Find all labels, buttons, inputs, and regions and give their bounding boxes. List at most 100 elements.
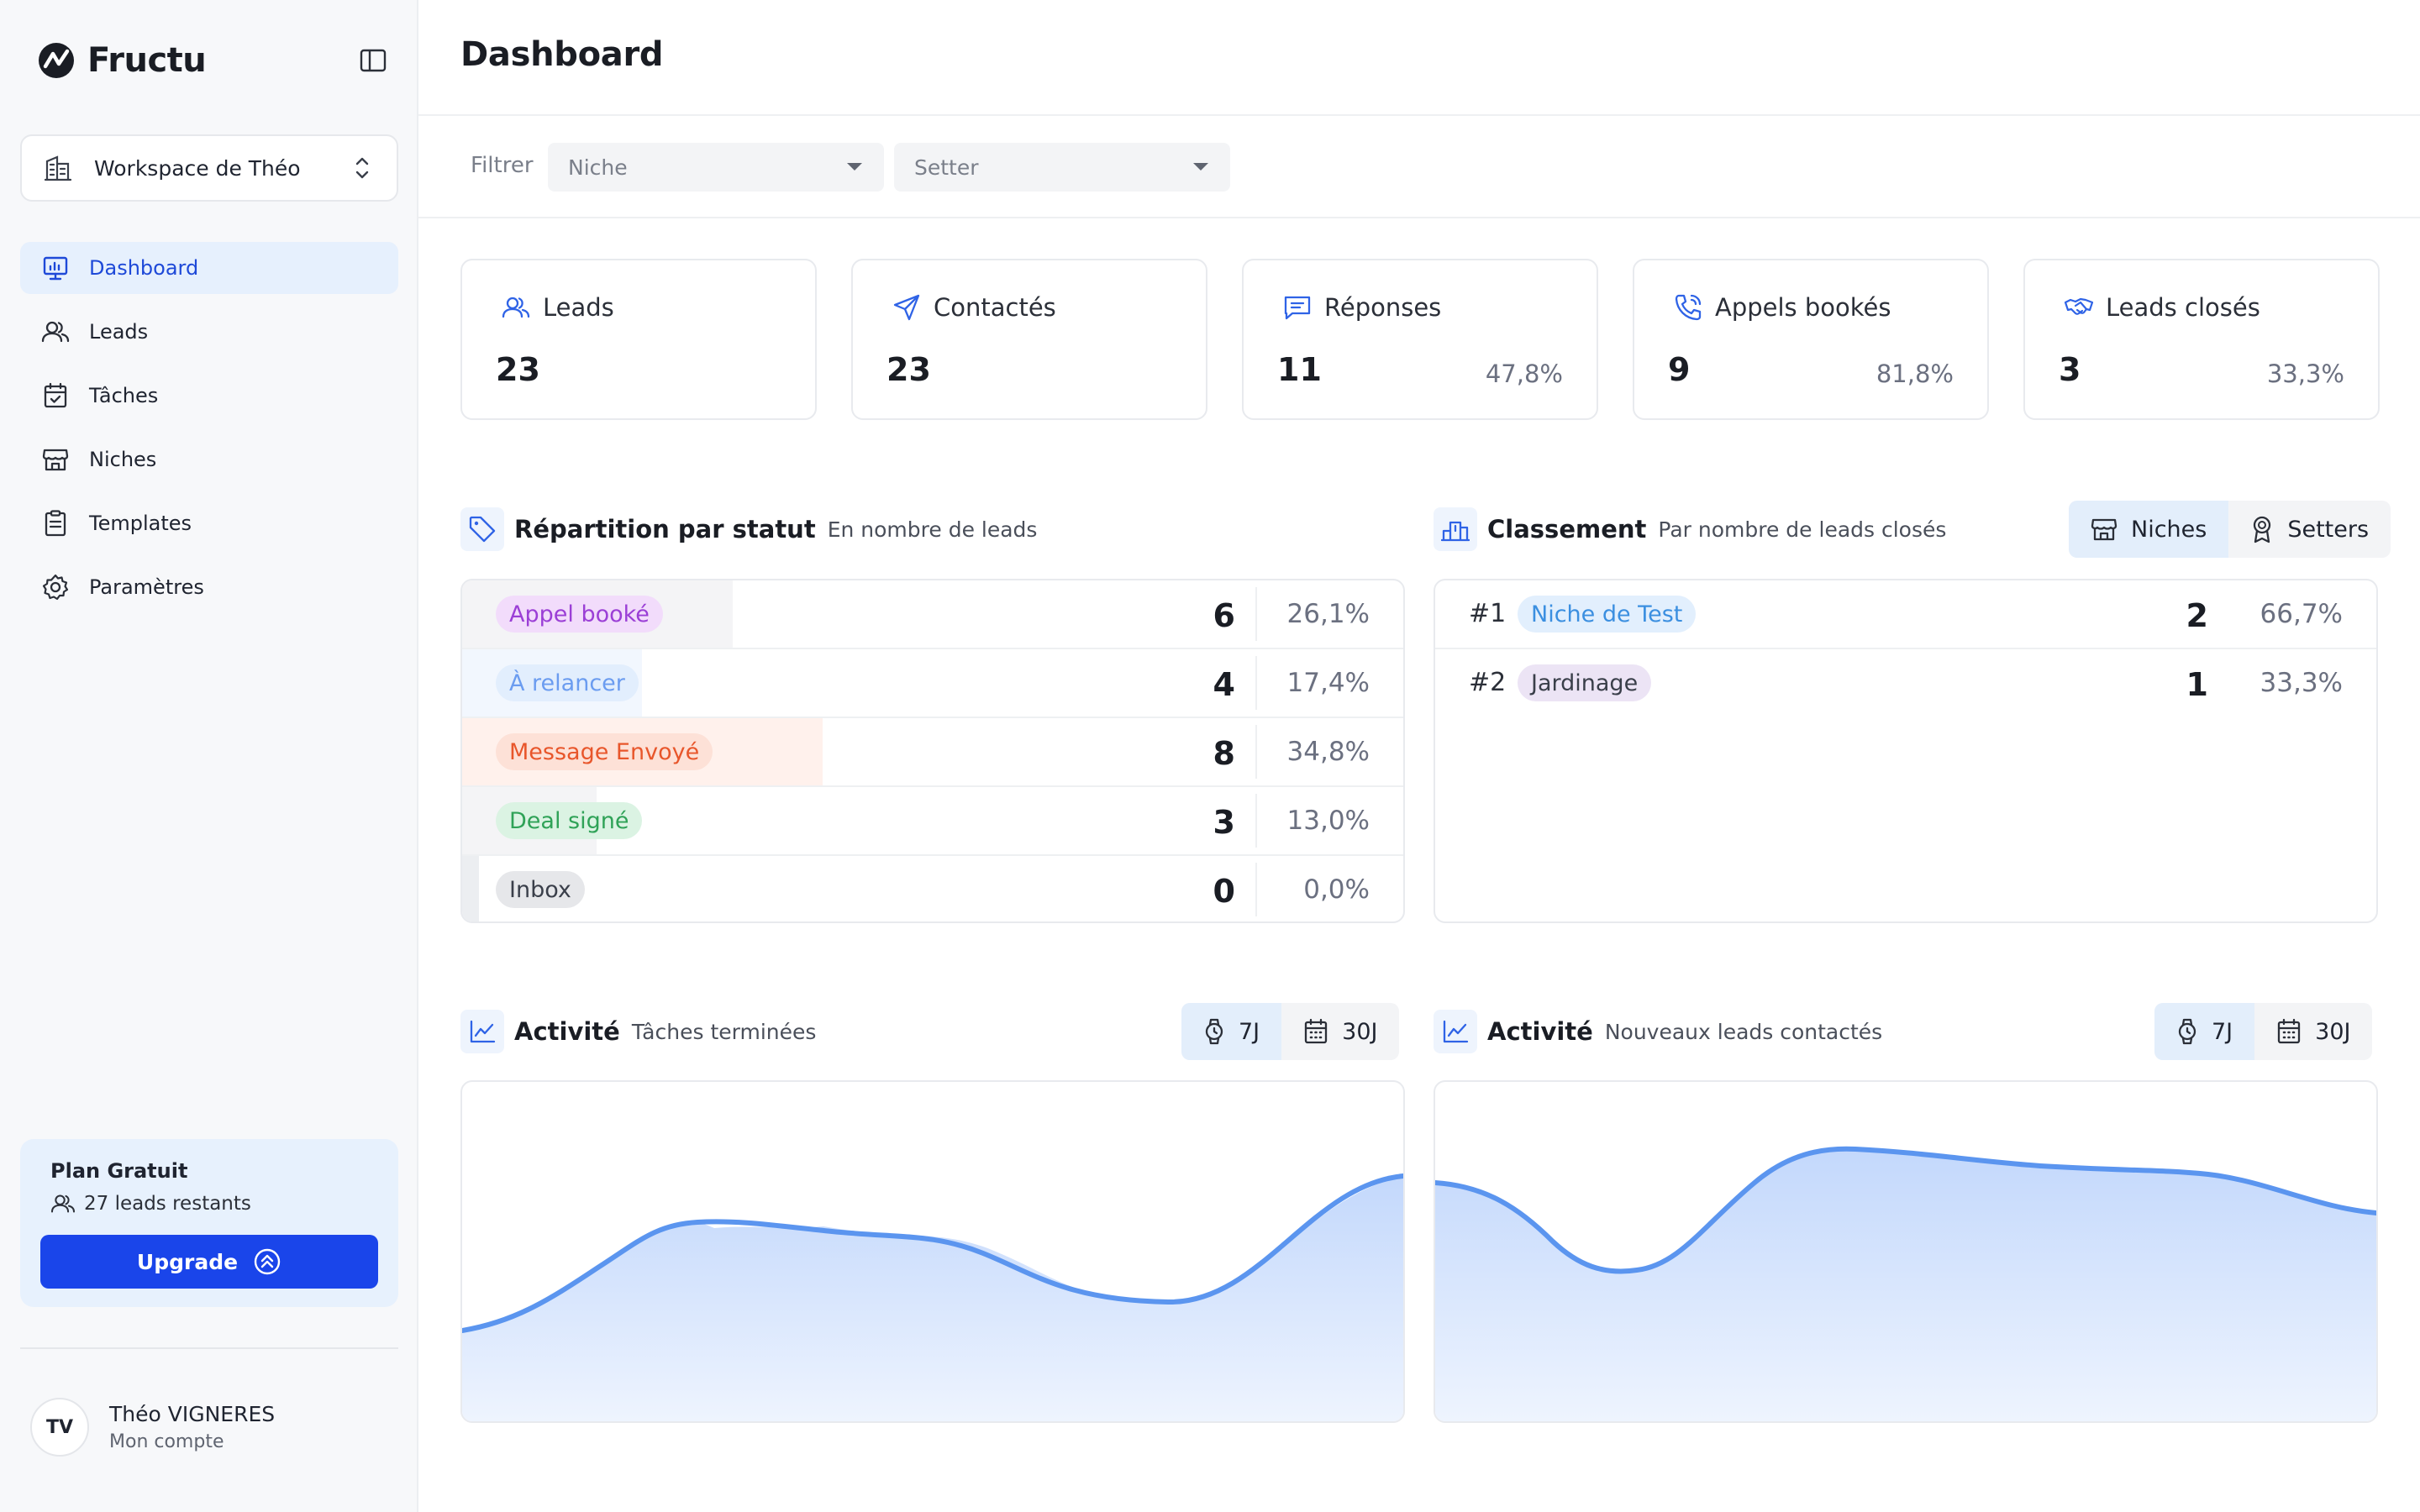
users-icon [40,317,71,347]
status-row[interactable]: Inbox 0 0,0% [462,856,1403,921]
status-percentage: 34,8% [1286,737,1370,767]
activity-tasks-range-toggle: 7J 30J [1181,1003,1400,1060]
status-badge: À relancer [496,664,639,701]
range-label: 30J [2315,1018,2351,1045]
sidebar-item-label: Tâches [89,384,159,407]
kpi-label: Réponses [1324,293,1442,322]
users-icon [51,1194,75,1213]
range-label: 7J [2212,1018,2233,1045]
ranking-percentage: 66,7% [2260,599,2343,629]
range-label: 30J [1342,1018,1378,1045]
status-section-header: Répartition par statut En nombre de lead… [460,507,1037,551]
range-30j-button[interactable]: 30J [2254,1003,2372,1060]
kpi-percentage: 33,3% [2266,360,2344,388]
sidebar-item-label: Paramètres [89,575,204,599]
kpi-value: 23 [886,351,931,388]
status-row[interactable]: À relancer 4 17,4% [462,649,1403,718]
sidebar-item-parametres[interactable]: Paramètres [20,561,398,613]
watch-icon [1205,1018,1223,1045]
award-icon [2254,516,2271,543]
handshake-icon [2064,292,2094,323]
dashboard-icon [40,253,71,283]
sidebar-item-label: Dashboard [89,256,199,280]
sidebar-toggle-button[interactable] [356,45,390,76]
ranking-count: 1 [2186,666,2208,703]
range-7j-button[interactable]: 7J [1181,1003,1282,1060]
range-7j-button[interactable]: 7J [2154,1003,2255,1060]
ranking-position: #1 [1469,599,1507,628]
status-count: 3 [1213,804,1235,841]
tab-niches[interactable]: Niches [2069,501,2229,558]
workspace-name: Workspace de Théo [94,155,301,181]
chevrons-up-down-icon [355,157,369,179]
ranking-table: #1 Niche de Test 2 66,7% #2 Jardinage 1 … [1434,579,2378,923]
sidebar-item-niches[interactable]: Niches [20,433,398,486]
page-header: Dashboard [418,0,2420,116]
sidebar-item-taches[interactable]: Tâches [20,370,398,422]
line-chart-icon [460,1010,504,1053]
account-link: Mon compte [109,1431,224,1452]
kpi-value: 3 [2059,351,2081,388]
status-percentage: 13,0% [1286,806,1370,836]
niche-select[interactable]: Niche [548,143,884,192]
sidebar-item-label: Leads [89,320,149,344]
status-count: 6 [1213,597,1235,634]
status-count: 4 [1213,666,1235,703]
status-count: 8 [1213,735,1235,772]
sidebar-nav: Dashboard Leads Tâches Niches Templates … [20,242,398,625]
kpi-percentage: 81,8% [1876,360,1954,388]
tab-setters[interactable]: Setters [2228,501,2391,558]
activity-leads-header: Activité Nouveaux leads contactés [1434,1010,1882,1053]
building-icon [44,155,72,181]
clipboard-icon [40,508,71,538]
status-row[interactable]: Message Envoyé 8 34,8% [462,718,1403,787]
kpi-label: Appels bookés [1715,293,1891,322]
setter-select[interactable]: Setter [894,143,1230,192]
account-menu[interactable]: TV Théo VIGNERES Mon compte [30,1398,275,1457]
sidebar-item-leads[interactable]: Leads [20,306,398,358]
column-divider [1255,725,1257,779]
send-icon [892,292,922,323]
section-subtitle: En nombre de leads [827,517,1038,542]
app-root: Fructu Workspace de Théo Dashboard Leads… [0,0,2420,1512]
brand[interactable]: Fructu [37,40,207,81]
activity-tasks-chart [460,1080,1405,1423]
status-row[interactable]: Appel booké 6 26,1% [462,580,1403,649]
status-percentage: 26,1% [1286,599,1370,629]
kpi-label: Leads closés [2106,293,2260,322]
calendar-check-icon [40,381,71,411]
kpi-card-appels-bookes: Appels bookés 9 81,8% [1633,259,1989,420]
tab-label: Setters [2287,516,2370,543]
upgrade-label: Upgrade [136,1249,239,1274]
status-badge: Deal signé [496,802,643,839]
section-title: Classement [1487,515,1647,543]
plan-title: Plan Gratuit [50,1159,188,1183]
kpi-card-reponses: Réponses 11 47,8% [1242,259,1598,420]
upgrade-button[interactable]: Upgrade [40,1235,378,1289]
caret-down-icon [1193,163,1208,171]
range-30j-button[interactable]: 30J [1281,1003,1399,1060]
line-chart-icon [1434,1010,1477,1053]
sidebar-panel-icon [360,49,387,72]
workspace-switcher[interactable]: Workspace de Théo [20,134,398,202]
setter-select-placeholder: Setter [914,155,979,180]
status-row[interactable]: Deal signé 3 13,0% [462,787,1403,856]
kpi-card-leads: Leads 23 [460,259,817,420]
status-count: 0 [1213,873,1235,910]
fructu-logo-icon [39,43,74,78]
ranking-position: #2 [1469,668,1507,697]
status-percentage: 0,0% [1303,874,1370,905]
sidebar-item-dashboard[interactable]: Dashboard [20,242,398,294]
calendar-icon [2278,1018,2301,1044]
column-divider [1255,863,1257,916]
range-label: 7J [1239,1018,1260,1045]
ranking-row[interactable]: #2 Jardinage 1 33,3% [1435,649,2376,718]
sidebar-item-templates[interactable]: Templates [20,497,398,549]
section-title: Activité [1487,1017,1593,1046]
ranking-row[interactable]: #1 Niche de Test 2 66,7% [1435,580,2376,649]
sidebar-item-label: Templates [89,512,192,535]
niche-badge: Jardinage [1518,664,1652,701]
section-title: Activité [514,1017,620,1046]
chevrons-up-circle-icon [254,1248,281,1275]
status-badge: Inbox [496,871,585,908]
